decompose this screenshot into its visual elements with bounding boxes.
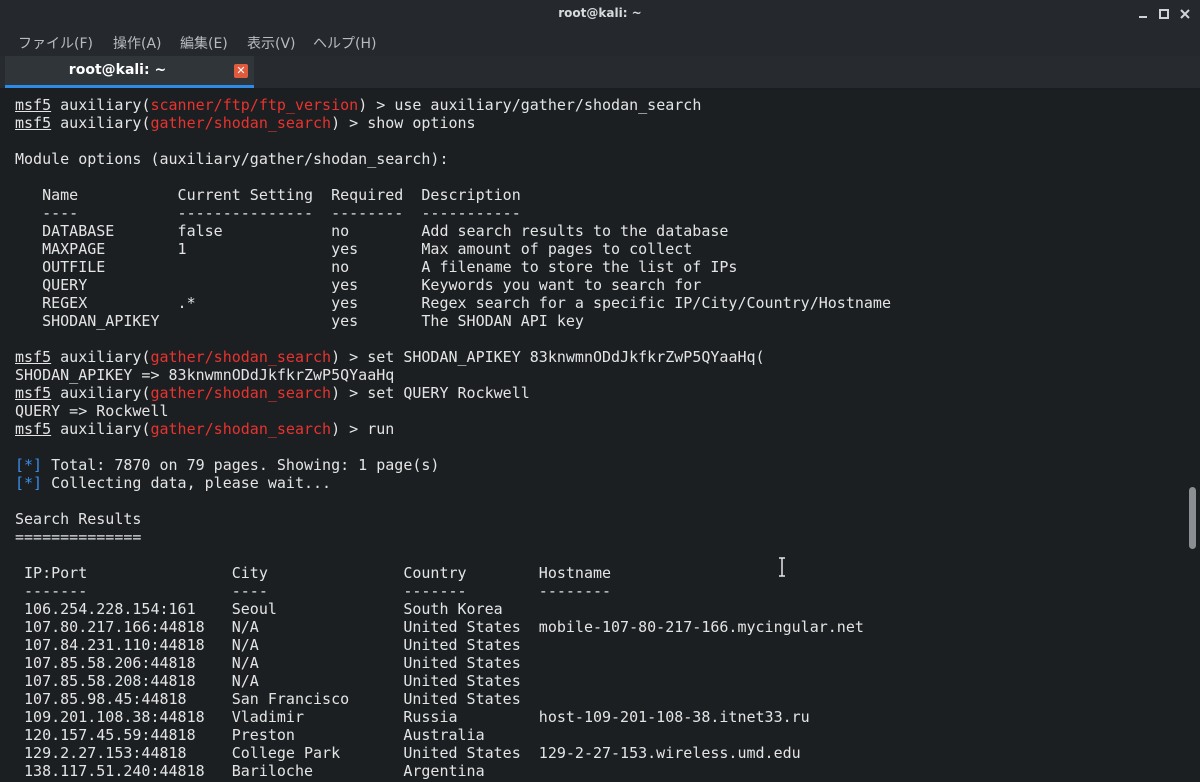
results-table: IP:Port City Country Hostname ------- --…: [15, 564, 864, 780]
minimize-icon[interactable]: [1134, 5, 1152, 23]
table-header: IP:Port City Country Hostname: [15, 564, 612, 582]
tab-label: root@kali: ~: [68, 62, 167, 78]
table-header: Name Current Setting Required Descriptio…: [15, 186, 521, 204]
table-row: DATABASE false no Add search results to …: [15, 222, 729, 240]
text-cursor-icon: [779, 557, 785, 577]
maximize-icon[interactable]: [1155, 5, 1173, 23]
table-row: 106.254.228.154:161 Seoul South Korea: [15, 600, 503, 618]
scrollbar-thumb[interactable]: [1189, 487, 1196, 549]
menu-view[interactable]: 表示(V): [247, 33, 296, 53]
table-row: 107.84.231.110:44818 N/A United States: [15, 636, 521, 654]
window-title: root@kali: ~: [558, 6, 642, 20]
table-row: REGEX .* yes Regex search for a specific…: [15, 294, 891, 312]
table-row: 109.201.108.38:44818 Vladimir Russia hos…: [15, 708, 810, 726]
terminal-text: msf5 auxiliary(scanner/ftp/ftp_version) …: [15, 96, 891, 780]
tab-bar: root@kali: ~ ✕: [0, 56, 1200, 89]
menu-help[interactable]: ヘルプ(H): [313, 33, 376, 53]
tab-close-icon[interactable]: ✕: [234, 64, 248, 78]
table-row: OUTFILE no A filename to store the list …: [15, 258, 738, 276]
table-row: 107.85.58.208:44818 N/A United States: [15, 672, 521, 690]
menu-action[interactable]: 操作(A): [113, 33, 162, 53]
table-separator: ------- ---- ------- --------: [15, 582, 612, 600]
scrollbar[interactable]: [1184, 89, 1200, 782]
table-row: 138.117.51.240:44818 Bariloche Argentina: [15, 762, 485, 780]
menu-file[interactable]: ファイル(F): [18, 33, 93, 53]
window-titlebar: root@kali: ~: [0, 0, 1200, 28]
table-row: MAXPAGE 1 yes Max amount of pages to col…: [15, 240, 693, 258]
menu-bar: ファイル(F) 操作(A) 編集(E) 表示(V) ヘルプ(H): [0, 28, 1200, 56]
table-row: 107.85.98.45:44818 San Francisco United …: [15, 690, 521, 708]
menu-edit[interactable]: 編集(E): [180, 33, 228, 53]
table-separator: ---- --------------- -------- ----------…: [15, 204, 521, 222]
options-table: Name Current Setting Required Descriptio…: [15, 186, 891, 330]
terminal-output[interactable]: msf5 auxiliary(scanner/ftp/ftp_version) …: [0, 89, 1184, 782]
table-row: 129.2.27.153:44818 College Park United S…: [15, 744, 801, 762]
table-row: QUERY yes Keywords you want to search fo…: [15, 276, 702, 294]
table-row: SHODAN_APIKEY yes The SHODAN API key: [15, 312, 584, 330]
table-row: 120.157.45.59:44818 Preston Australia: [15, 726, 485, 744]
table-row: 107.85.58.206:44818 N/A United States: [15, 654, 521, 672]
table-row: 107.80.217.166:44818 N/A United States m…: [15, 618, 864, 636]
close-icon[interactable]: [1176, 5, 1194, 23]
tab-root-kali[interactable]: root@kali: ~ ✕: [5, 56, 254, 88]
